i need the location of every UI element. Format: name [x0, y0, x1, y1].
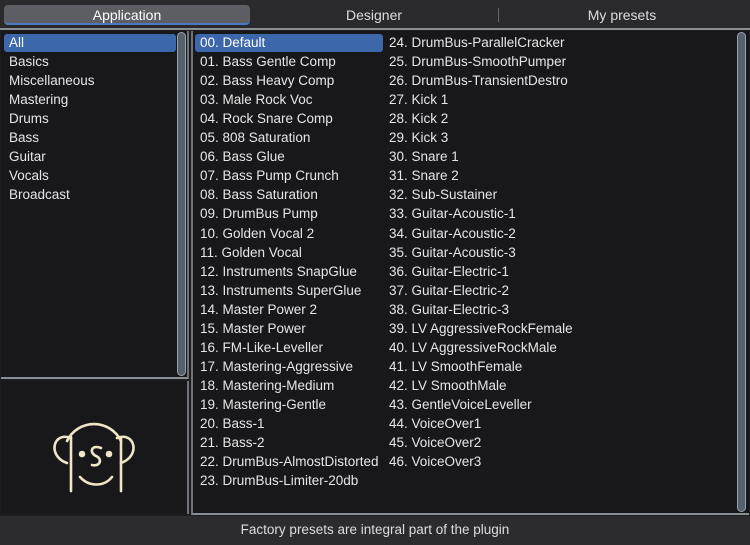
preset-item[interactable]: 10. Golden Vocal 2	[195, 225, 383, 243]
category-list: All Basics Miscellaneous Mastering Drums Bass…	[1, 31, 189, 379]
preset-item[interactable]: 27. Kick 1	[384, 91, 564, 109]
preset-item[interactable]: 37. Guitar-Electric-2	[384, 282, 564, 300]
category-item[interactable]: Basics	[4, 53, 176, 71]
category-scrollbar[interactable]	[177, 32, 186, 376]
preset-item[interactable]: 17. Mastering-Aggressive	[195, 358, 383, 376]
preset-item[interactable]: 24. DrumBus-ParallelCracker	[384, 34, 565, 52]
headphone-face-logo	[53, 422, 135, 493]
preset-item[interactable]: 29. Kick 3	[384, 129, 564, 147]
preset-item[interactable]: 13. Instruments SuperGlue	[195, 282, 383, 300]
preset-item[interactable]: 18. Mastering-Medium	[195, 377, 383, 395]
status-bar: Factory presets are integral part of the…	[0, 516, 750, 545]
preset-item[interactable]: 28. Kick 2	[384, 110, 564, 128]
preset-item[interactable]: 00. Default	[195, 34, 383, 52]
preset-item[interactable]: 01. Bass Gentle Comp	[195, 53, 383, 71]
preset-item[interactable]: 16. FM-Like-Leveller	[195, 339, 383, 357]
tab-my-presets[interactable]: My presets	[499, 5, 745, 25]
preset-item[interactable]: 42. LV SmoothMale	[384, 377, 564, 395]
preset-item[interactable]: 43. GentleVoiceLeveller	[384, 396, 564, 414]
preset-item[interactable]: 09. DrumBus Pump	[195, 205, 383, 223]
preset-item[interactable]: 30. Snare 1	[384, 148, 564, 166]
preset-scrollbar[interactable]	[737, 32, 746, 512]
preset-item[interactable]: 02. Bass Heavy Comp	[195, 72, 383, 90]
preset-item[interactable]: 21. Bass-2	[195, 434, 383, 452]
preset-list: 00. Default 01. Bass Gentle Comp 02. Bass …	[191, 31, 749, 515]
preset-item[interactable]: 41. LV SmoothFemale	[384, 358, 564, 376]
preset-item[interactable]: 40. LV AggressiveRockMale	[384, 339, 564, 357]
category-item[interactable]: Broadcast	[4, 186, 176, 204]
preset-item[interactable]: 04. Rock Snare Comp	[195, 110, 383, 128]
preset-item[interactable]: 46. VoiceOver3	[384, 453, 564, 471]
preset-item[interactable]: 38. Guitar-Electric-3	[384, 301, 564, 319]
tab-application[interactable]: Application	[4, 5, 250, 25]
preset-item[interactable]: 32. Sub-Sustainer	[384, 186, 564, 204]
preset-item[interactable]: 07. Bass Pump Crunch	[195, 167, 383, 185]
preset-item[interactable]: 26. DrumBus-TransientDestro	[384, 72, 568, 90]
category-item[interactable]: Vocals	[4, 167, 176, 185]
preset-item[interactable]: 05. 808 Saturation	[195, 129, 383, 147]
preset-item[interactable]: 06. Bass Glue	[195, 148, 383, 166]
tab-designer[interactable]: Designer	[250, 5, 498, 25]
preset-item[interactable]: 22. DrumBus-AlmostDistorted	[195, 453, 383, 471]
preset-item[interactable]: 12. Instruments SnapGlue	[195, 263, 383, 281]
preset-item[interactable]: 35. Guitar-Acoustic-3	[384, 244, 564, 262]
preset-item[interactable]: 33. Guitar-Acoustic-1	[384, 205, 564, 223]
preset-item[interactable]: 03. Male Rock Voc	[195, 91, 383, 109]
tab-bar: Application Designer My presets	[0, 0, 750, 30]
logo-panel	[1, 381, 189, 514]
preset-item[interactable]: 15. Master Power	[195, 320, 383, 338]
category-item[interactable]: Drums	[4, 110, 176, 128]
category-item[interactable]: Bass	[4, 129, 176, 147]
preset-item[interactable]: 31. Snare 2	[384, 167, 564, 185]
preset-item[interactable]: 11. Golden Vocal	[195, 244, 383, 262]
preset-item[interactable]: 20. Bass-1	[195, 415, 383, 433]
preset-item[interactable]: 14. Master Power 2	[195, 301, 383, 319]
preset-item[interactable]: 23. DrumBus-Limiter-20db	[195, 472, 383, 490]
preset-item[interactable]: 25. DrumBus-SmoothPumper	[384, 53, 566, 71]
category-item[interactable]: Miscellaneous	[4, 72, 176, 90]
preset-item[interactable]: 45. VoiceOver2	[384, 434, 564, 452]
preset-item[interactable]: 34. Guitar-Acoustic-2	[384, 225, 564, 243]
preset-item[interactable]: 36. Guitar-Electric-1	[384, 263, 564, 281]
preset-item[interactable]: 19. Mastering-Gentle	[195, 396, 383, 414]
preset-item[interactable]: 08. Bass Saturation	[195, 186, 383, 204]
category-item[interactable]: Guitar	[4, 148, 176, 166]
preset-item[interactable]: 44. VoiceOver1	[384, 415, 564, 433]
category-item[interactable]: Mastering	[4, 91, 176, 109]
preset-item[interactable]: 39. LV AggressiveRockFemale	[384, 320, 573, 338]
category-item[interactable]: All	[4, 34, 176, 52]
